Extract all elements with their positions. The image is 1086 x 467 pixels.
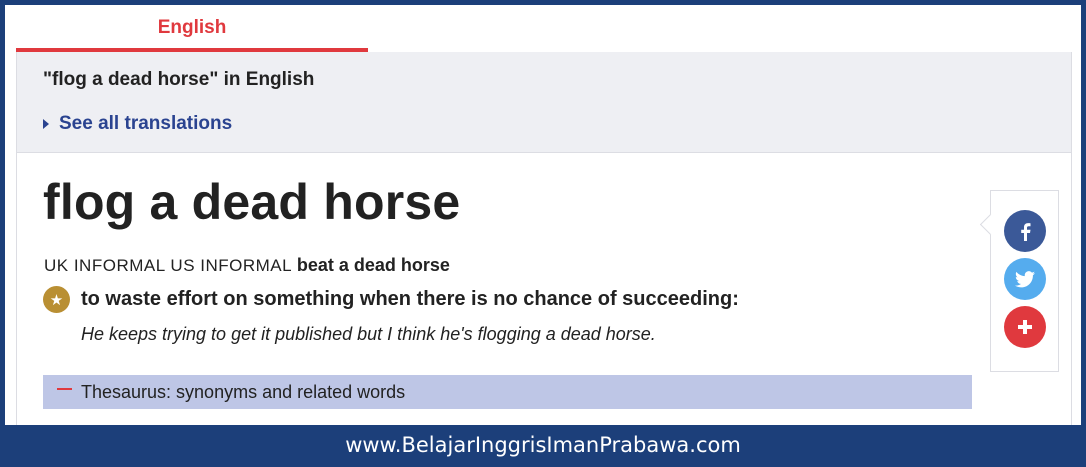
thesaurus-toggle[interactable]: Thesaurus: synonyms and related words (43, 375, 972, 409)
facebook-share-button[interactable] (1004, 210, 1046, 252)
caret-right-icon (43, 119, 49, 129)
example-sentence: He keeps trying to get it published but … (81, 324, 656, 344)
variant-form: beat a dead horse (296, 255, 450, 275)
more-share-button[interactable] (1004, 306, 1046, 348)
dictionary-frame: English "flog a dead horse" in English S… (5, 5, 1081, 425)
tab-english[interactable]: English (16, 5, 368, 52)
star-icon[interactable]: ★ (43, 286, 70, 313)
definition-line: ★ to waste effort on something when ther… (43, 286, 739, 313)
us-label: US INFORMAL (170, 256, 293, 275)
twitter-share-button[interactable] (1004, 258, 1046, 300)
twitter-icon (1015, 270, 1035, 287)
watermark-footer: www.BelajarInggrisImanPrabawa.com (345, 433, 741, 457)
usage-labels: UK INFORMAL US INFORMAL beat a dead hors… (44, 255, 450, 276)
facebook-icon (1021, 223, 1031, 241)
translation-header: "flog a dead horse" in English See all t… (16, 52, 1072, 153)
header-title: "flog a dead horse" in English (43, 69, 315, 90)
see-all-translations-link[interactable]: See all translations (43, 113, 232, 135)
headword: flog a dead horse (43, 174, 461, 230)
plus-icon (1018, 320, 1032, 334)
definition-text: to waste effort on something when there … (81, 288, 739, 310)
entry-content: flog a dead horse UK INFORMAL US INFORMA… (16, 153, 1072, 425)
language-tab-bar: English (5, 5, 1081, 57)
see-all-translations-label: See all translations (59, 113, 233, 134)
uk-label: UK INFORMAL (44, 256, 166, 275)
minus-icon (57, 388, 72, 390)
share-panel (990, 190, 1059, 372)
thesaurus-label: Thesaurus: synonyms and related words (81, 381, 406, 402)
